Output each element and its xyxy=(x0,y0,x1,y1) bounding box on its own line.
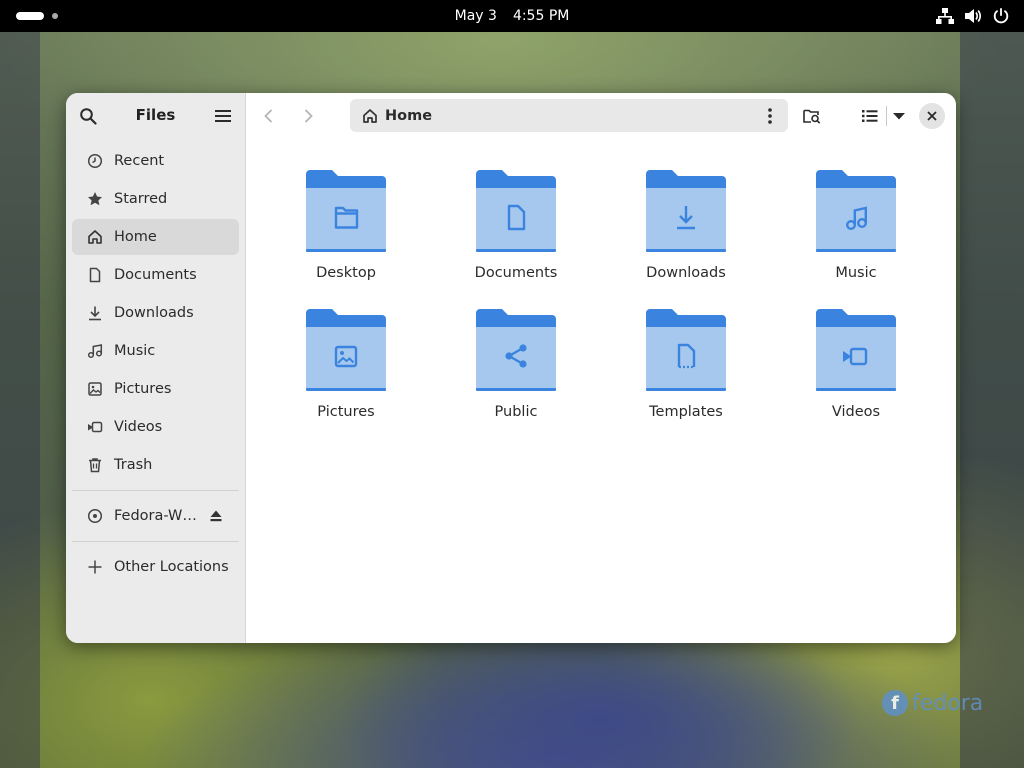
list-view-button[interactable] xyxy=(854,99,886,132)
picture-icon xyxy=(86,380,104,398)
folder-item-videos[interactable]: Videos xyxy=(786,278,926,420)
disc-icon xyxy=(86,507,104,525)
sidebar-item-home[interactable]: Home xyxy=(72,219,239,255)
network-icon[interactable] xyxy=(936,7,954,25)
sidebar-item-label: Fedora-W… xyxy=(114,508,197,524)
folder-name: Templates xyxy=(649,404,723,420)
folder-name: Pictures xyxy=(317,404,375,420)
sidebar-item-label: Trash xyxy=(114,457,153,473)
star-icon xyxy=(86,190,104,208)
sidebar-item-label: Other Locations xyxy=(114,559,229,575)
folder-icon xyxy=(816,170,896,252)
sidebar-item-label: Recent xyxy=(114,153,165,169)
clock-icon xyxy=(86,152,104,170)
path-location: Home xyxy=(385,107,433,124)
files-window: Files Recent Starred Home Documents Down… xyxy=(66,93,956,643)
vertical-dots-icon xyxy=(768,107,772,124)
document-icon xyxy=(86,266,104,284)
path-bar[interactable]: Home xyxy=(350,99,788,132)
list-view-icon xyxy=(862,109,878,122)
places-list: Recent Starred Home Documents Downloads … xyxy=(66,139,245,585)
view-options-button[interactable] xyxy=(887,99,911,132)
folder-icon xyxy=(476,309,556,391)
folder-icon xyxy=(306,170,386,252)
main-content: Home Desktop Documents Downloads Music P… xyxy=(246,93,956,643)
sidebar-item-label: Music xyxy=(114,343,156,359)
fedora-logo: f fedora xyxy=(882,690,983,716)
music-icon xyxy=(86,342,104,360)
path-menu-button[interactable] xyxy=(760,99,780,132)
folder-icon xyxy=(646,309,726,391)
folder-item-templates[interactable]: Templates xyxy=(616,278,756,420)
top-bar: May 3 4:55 PM xyxy=(0,0,1024,32)
folder-name: Videos xyxy=(831,404,881,420)
sidebar-header: Files xyxy=(66,93,245,139)
volume-icon[interactable] xyxy=(964,7,982,25)
sidebar-divider xyxy=(72,490,239,491)
chevron-right-icon xyxy=(304,109,313,123)
trash-icon xyxy=(86,456,104,474)
close-button[interactable] xyxy=(919,103,945,129)
folder-search-icon xyxy=(803,109,821,124)
sidebar-item-downloads[interactable]: Downloads xyxy=(72,295,239,331)
folder-icon xyxy=(816,309,896,391)
folder-name: Public xyxy=(494,404,538,420)
system-tray[interactable] xyxy=(936,7,1010,25)
workspace-indicator xyxy=(52,13,58,19)
sidebar-item-fedora-disc[interactable]: Fedora-W… xyxy=(72,498,239,534)
hamburger-icon xyxy=(215,110,231,122)
sidebar-item-label: Downloads xyxy=(114,305,194,321)
sidebar-item-documents[interactable]: Documents xyxy=(72,257,239,293)
fedora-mark-icon: f xyxy=(882,690,908,716)
sidebar-item-recent[interactable]: Recent xyxy=(72,143,239,179)
chevron-left-icon xyxy=(264,109,273,123)
fedora-wordmark: fedora xyxy=(912,690,984,716)
folder-item-public[interactable]: Public xyxy=(446,278,586,420)
sidebar-item-label: Videos xyxy=(114,419,163,435)
sidebar-item-label: Pictures xyxy=(114,381,172,397)
header-bar: Home xyxy=(246,93,956,139)
home-icon xyxy=(86,228,104,246)
folder-item-desktop[interactable]: Desktop xyxy=(276,139,416,281)
clock[interactable]: May 3 4:55 PM xyxy=(455,8,570,24)
video-icon xyxy=(86,418,104,436)
sidebar-item-videos[interactable]: Videos xyxy=(72,409,239,445)
main-menu-button[interactable] xyxy=(206,99,240,133)
view-switcher xyxy=(854,99,911,132)
eject-icon[interactable] xyxy=(207,507,225,525)
sidebar-item-trash[interactable]: Trash xyxy=(72,447,239,483)
sidebar-item-music[interactable]: Music xyxy=(72,333,239,369)
triangle-down-icon xyxy=(893,112,905,119)
sidebar-divider xyxy=(72,541,239,542)
folder-icon xyxy=(476,170,556,252)
sidebar-item-pictures[interactable]: Pictures xyxy=(72,371,239,407)
folder-icon xyxy=(646,170,726,252)
wallpaper-tree xyxy=(960,32,1024,768)
sidebar-item-label: Documents xyxy=(114,267,197,283)
folder-item-music[interactable]: Music xyxy=(786,139,926,281)
folder-item-downloads[interactable]: Downloads xyxy=(616,139,756,281)
folder-item-documents[interactable]: Documents xyxy=(446,139,586,281)
sidebar-item-other-locations[interactable]: Other Locations xyxy=(72,549,239,585)
workspace-indicator-active xyxy=(16,12,44,20)
power-icon[interactable] xyxy=(992,7,1010,25)
sidebar-item-label: Starred xyxy=(114,191,168,207)
home-icon xyxy=(362,108,378,124)
folder-icon xyxy=(306,309,386,391)
close-icon xyxy=(927,111,937,121)
plus-icon xyxy=(86,558,104,576)
clock-time: 4:55 PM xyxy=(512,8,570,24)
activities-button[interactable] xyxy=(16,12,58,20)
sidebar: Files Recent Starred Home Documents Down… xyxy=(66,93,246,643)
forward-button[interactable] xyxy=(291,99,325,133)
folder-item-pictures[interactable]: Pictures xyxy=(276,278,416,420)
clock-date: May 3 xyxy=(454,8,497,24)
download-icon xyxy=(86,304,104,322)
sidebar-item-starred[interactable]: Starred xyxy=(72,181,239,217)
search-folder-button[interactable] xyxy=(795,99,829,133)
back-button[interactable] xyxy=(252,99,286,133)
sidebar-item-label: Home xyxy=(114,229,157,245)
wallpaper-tree xyxy=(0,32,40,768)
